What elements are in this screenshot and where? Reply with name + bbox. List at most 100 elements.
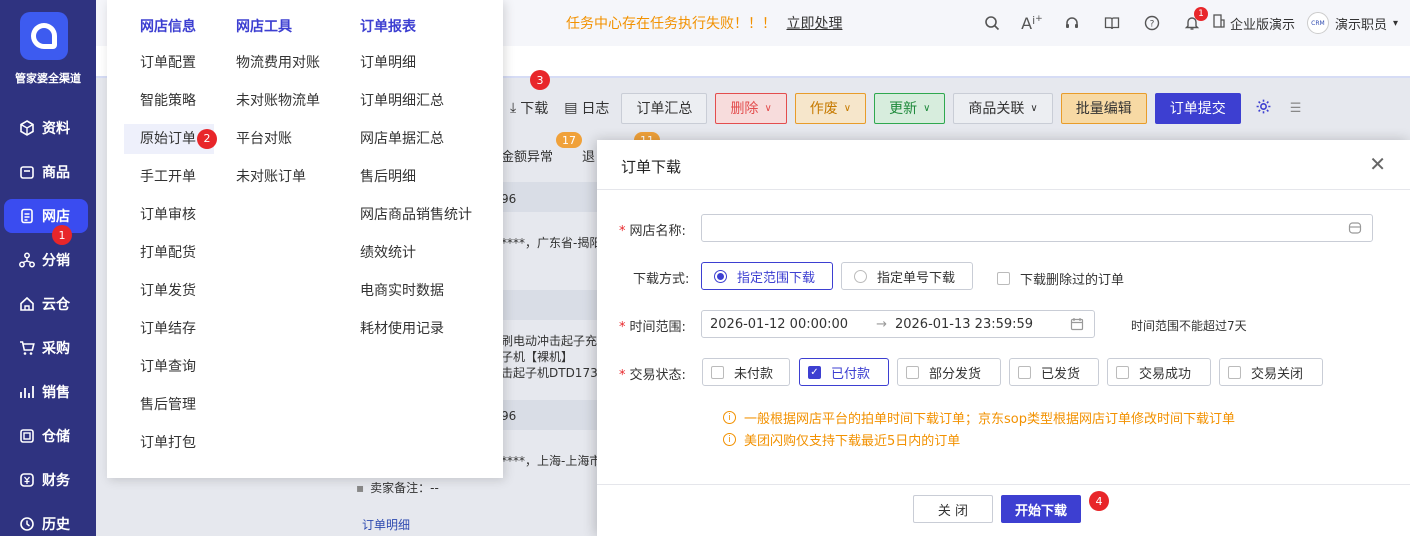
menu-item-platform-reconcile[interactable]: 平台对账 [236, 120, 320, 158]
menu-item-order-review[interactable]: 订单审核 [140, 196, 214, 234]
bell-icon[interactable]: 1 [1172, 7, 1212, 31]
menu-item-realtime-data[interactable]: 电商实时数据 [360, 272, 472, 310]
status-label: 交易关闭 [1251, 366, 1304, 382]
time-start-value: 2026-01-12 00:00:00 [710, 316, 849, 332]
sidebar-item-sales[interactable]: 销售 [0, 375, 96, 409]
menu-item-product-sales-stats[interactable]: 网店商品销售统计 [360, 196, 472, 234]
sidebar-item-data[interactable]: 资料 [0, 111, 96, 145]
delete-button[interactable]: 删除 ∨ [715, 92, 787, 124]
gear-icon[interactable] [1255, 98, 1272, 119]
start-download-button[interactable]: 开始下载 [1001, 495, 1081, 523]
menu-item-smart-strategy[interactable]: 智能策略 [140, 82, 214, 120]
product-link-button[interactable]: 商品关联 ∨ [953, 92, 1053, 124]
user-menu[interactable]: CRM 演示职员 ▾ [1306, 12, 1398, 34]
menu-item-unreconciled-logistics[interactable]: 未对账物流单 [236, 82, 320, 120]
handle-now-link[interactable]: 立即处理 [786, 16, 842, 32]
batch-edit-button[interactable]: 批量编辑 [1060, 92, 1147, 124]
building-icon [1212, 14, 1226, 32]
status-unpaid-checkbox[interactable]: 未付款 [702, 358, 790, 386]
history-icon [18, 515, 36, 533]
menu-item-label: 原始订单 [140, 131, 196, 147]
row-fragment: 刷电动冲击起子充 [501, 334, 598, 348]
calendar-icon [1070, 317, 1084, 335]
chevron-down-icon: ∨ [843, 102, 852, 114]
divider [597, 189, 1410, 190]
search-icon[interactable] [972, 15, 1012, 31]
row-fragment: ****，广东省-揭阳 [501, 236, 602, 250]
avatar: CRM [1306, 12, 1329, 34]
enterprise-switch[interactable]: 企业版演示 [1212, 14, 1295, 33]
sidebar-item-finance[interactable]: 财务 [0, 463, 96, 497]
menu-item-shop-doc-summary[interactable]: 网店单据汇总 [360, 120, 472, 158]
menu-item-after-sales-detail[interactable]: 售后明细 [360, 158, 472, 196]
mode-single-radio[interactable]: 指定单号下载 [841, 262, 973, 290]
menu-item-after-sales[interactable]: 售后管理 [140, 386, 214, 424]
menu-item-logistics-reconcile[interactable]: 物流费用对账 [236, 44, 320, 82]
chevron-down-icon: ∨ [764, 102, 772, 114]
book-icon[interactable] [1092, 15, 1132, 31]
sidebar-item-cloud-warehouse[interactable]: 云仓 [0, 287, 96, 321]
warehouse-icon [18, 427, 36, 445]
ai-icon[interactable]: Ai + [1012, 14, 1052, 33]
hint-text: 美团闪购仅支持下载最近5日内的订单 [744, 434, 961, 449]
menu-item-order-pack[interactable]: 订单打包 [140, 424, 214, 462]
order-submit-button[interactable]: 订单提交 [1154, 92, 1241, 124]
time-range-picker[interactable]: 2026-01-12 00:00:00 → 2026-01-13 23:59:5… [701, 310, 1095, 338]
sidebar-item-shop[interactable]: 网店 1 [4, 199, 88, 245]
list-icon[interactable]: ☰ [1290, 101, 1302, 116]
sidebar-item-label: 销售 [42, 385, 70, 401]
filter-tab-amount[interactable]: 金额异常 [501, 146, 553, 165]
shop-name-select[interactable] [701, 214, 1373, 242]
menu-item-order-detail-summary[interactable]: 订单明细汇总 [360, 82, 472, 120]
sidebar-item-history[interactable]: 历史 [0, 507, 96, 536]
close-icon[interactable]: ✕ [1369, 152, 1386, 176]
mode-range-radio[interactable]: 指定范围下载 [701, 262, 833, 290]
download-deleted-checkbox[interactable]: 下载删除过的订单 [997, 269, 1124, 288]
sidebar-item-storage[interactable]: 仓储 [0, 419, 96, 453]
status-closed-checkbox[interactable]: 交易关闭 [1219, 358, 1323, 386]
menu-item-order-config[interactable]: 订单配置 [140, 44, 214, 82]
help-icon[interactable]: ? [1132, 15, 1172, 31]
update-button[interactable]: 更新 ∨ [874, 92, 946, 124]
menu-item-consumables-usage[interactable]: 耗材使用记录 [360, 310, 472, 348]
step-badge-3: 3 [530, 70, 550, 90]
menu-item-order-query[interactable]: 订单查询 [140, 348, 214, 386]
sidebar-item-distribution[interactable]: 分销 [0, 243, 96, 277]
step-badge-2: 2 [197, 129, 217, 149]
box-icon [18, 163, 36, 181]
row-fragment: 击起子机DTD173【 [501, 366, 610, 380]
close-button[interactable]: 关 闭 [913, 495, 993, 523]
status-paid-checkbox[interactable]: ✓ 已付款 [799, 358, 889, 386]
sidebar-item-products[interactable]: 商品 [0, 155, 96, 189]
radio-selected-icon [714, 269, 727, 283]
menu-item-order-detail[interactable]: 订单明细 [360, 44, 472, 82]
menu-item-manual-order[interactable]: 手工开单 [140, 158, 214, 196]
info-icon: i [723, 411, 736, 424]
order-detail-tab[interactable]: 订单明细 [362, 516, 410, 533]
sidebar-item-purchase[interactable]: 采购 [0, 331, 96, 365]
status-shipped-checkbox[interactable]: 已发货 [1009, 358, 1099, 386]
user-name: 演示职员 [1334, 17, 1387, 33]
menu-item-raw-orders[interactable]: 原始订单 2 [124, 124, 217, 154]
logo[interactable] [20, 12, 68, 60]
sidebar-item-label: 历史 [42, 517, 70, 533]
headset-icon[interactable] [1052, 15, 1092, 31]
void-button[interactable]: 作废 ∨ [794, 92, 867, 124]
filter-tab-refund[interactable]: 退 [582, 146, 595, 165]
menu-item-order-balance[interactable]: 订单结存 [140, 310, 214, 348]
status-partial-ship-checkbox[interactable]: 部分发货 [897, 358, 1001, 386]
menu-item-unreconciled-orders[interactable]: 未对账订单 [236, 158, 320, 196]
order-summary-button[interactable]: 订单汇总 [621, 92, 708, 124]
time-end-value: 2026-01-13 23:59:59 [894, 316, 1034, 332]
download-button[interactable]: ⤓ 下载 [506, 93, 552, 124]
trade-status-label: * 交易状态: [619, 368, 686, 383]
shop-name-label: * 网店名称: [619, 224, 686, 239]
menu-item-print-pick[interactable]: 打单配货 [140, 234, 214, 272]
status-success-checkbox[interactable]: 交易成功 [1107, 358, 1211, 386]
clipboard-icon: ▤ [564, 100, 578, 116]
row-fragment: 96 [501, 192, 517, 206]
menu-item-performance-stats[interactable]: 绩效统计 [360, 234, 472, 272]
menu-item-order-ship[interactable]: 订单发货 [140, 272, 214, 310]
log-button[interactable]: ▤ 日志 [560, 93, 613, 124]
log-label: 日志 [581, 101, 610, 117]
